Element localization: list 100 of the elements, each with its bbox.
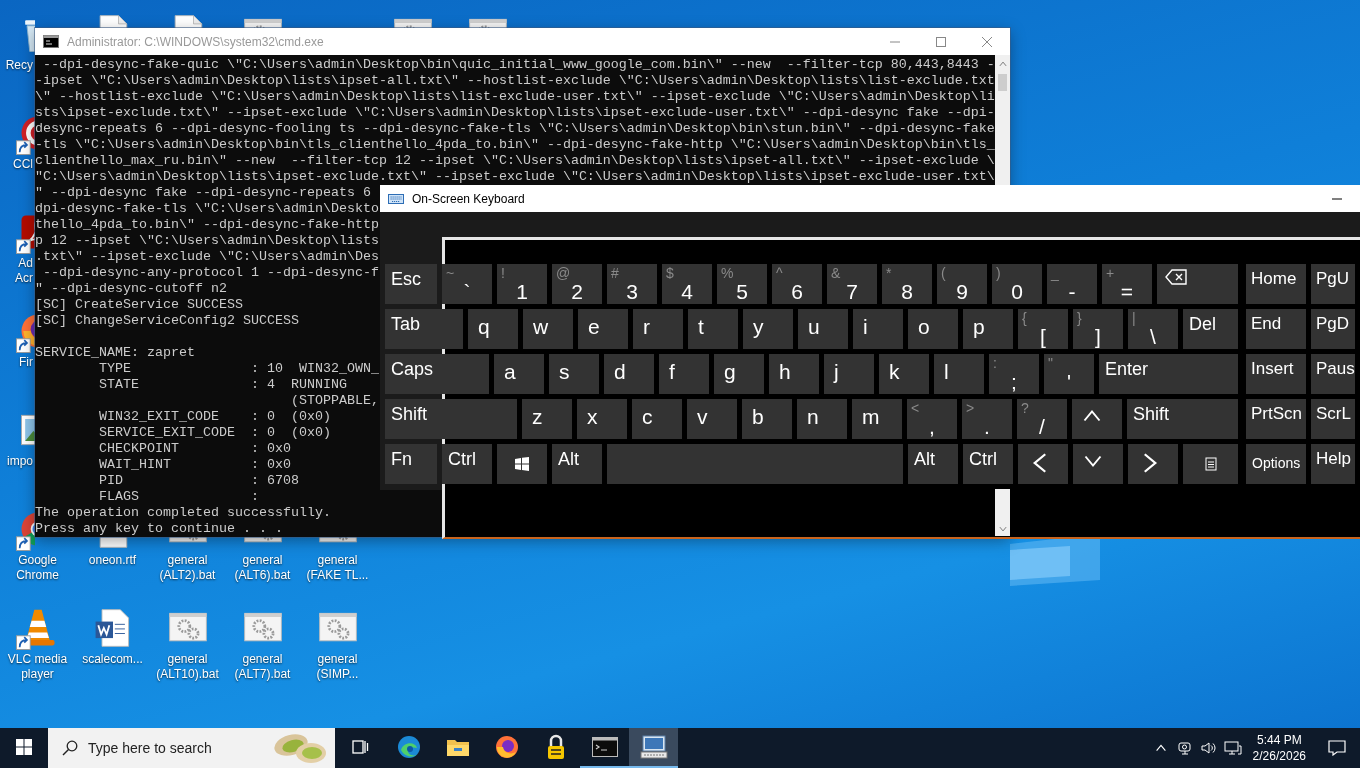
keyboard-key[interactable]: Home	[1246, 264, 1306, 304]
keyboard-key[interactable]: ScrL	[1311, 399, 1355, 439]
keyboard-key[interactable]: Ctrl	[963, 444, 1013, 484]
keyboard-key[interactable]: q	[468, 309, 518, 349]
keyboard-key[interactable]: PgU	[1311, 264, 1355, 304]
keyboard-key[interactable]: Shift	[1127, 399, 1238, 439]
keyboard-key[interactable]: Alt	[908, 444, 958, 484]
keyboard-key[interactable]: Enter	[1099, 354, 1238, 394]
icon-label[interactable]: oneon.rtf	[86, 553, 139, 568]
clock[interactable]: 5:44 PM 2/26/2026	[1244, 732, 1314, 764]
keyboard-key[interactable]: @ 2	[552, 264, 602, 304]
keyboard-key[interactable]: > .	[962, 399, 1012, 439]
icon-label[interactable]: scalecom...	[80, 652, 145, 667]
keyboard-key[interactable]: $ 4	[662, 264, 712, 304]
network-icon[interactable]	[1223, 740, 1242, 756]
keyboard-key[interactable]: & 7	[827, 264, 877, 304]
keyboard-key[interactable]: Tab	[385, 309, 463, 349]
keyboard-key[interactable]: f	[659, 354, 709, 394]
keyboard-key[interactable]: Paus	[1311, 354, 1355, 394]
keyboard-key[interactable]: o	[908, 309, 958, 349]
keyboard-key[interactable]: s	[549, 354, 599, 394]
volume-icon[interactable]	[1199, 740, 1218, 756]
keyboard-key[interactable]: ) 0	[992, 264, 1042, 304]
keyboard-key[interactable]: j	[824, 354, 874, 394]
icon-label[interactable]: VLC media player	[0, 652, 75, 682]
keyboard-key[interactable]: ( 9	[937, 264, 987, 304]
keyboard-key[interactable]: Insert	[1246, 354, 1306, 394]
keyboard-key[interactable]: PgD	[1311, 309, 1355, 349]
keyboard-key[interactable]: Alt	[552, 444, 602, 484]
keyboard-key[interactable]: % 5	[717, 264, 767, 304]
keyboard-key[interactable]: Del	[1183, 309, 1238, 349]
keyboard-key[interactable]: t	[688, 309, 738, 349]
keyboard-key[interactable]: w	[523, 309, 573, 349]
keyboard-key[interactable]: ~ `	[442, 264, 492, 304]
keyboard-key[interactable]: m	[852, 399, 902, 439]
keyboard-key[interactable]: Caps	[385, 354, 489, 394]
keyboard-key[interactable]: i	[853, 309, 903, 349]
keyboard-key[interactable]: Shift	[385, 399, 517, 439]
keyboard-key[interactable]: d	[604, 354, 654, 394]
keyboard-key[interactable]: * 8	[882, 264, 932, 304]
backspace-icon	[1165, 269, 1187, 285]
icon-label[interactable]: general (ALT2).bat	[150, 553, 225, 583]
icon-label[interactable]: general (FAKE TL...	[300, 553, 375, 583]
keyboard-key[interactable]: ^ 6	[772, 264, 822, 304]
icon-label[interactable]: Google Chrome	[0, 553, 75, 583]
keyboard-key[interactable]: u	[798, 309, 848, 349]
icon-label[interactable]: impo	[0, 454, 33, 469]
window-title: Administrator: C:\WINDOWS\system32\cmd.exe	[67, 34, 324, 49]
icon-label[interactable]: Ad Acr	[0, 256, 33, 286]
icon-label[interactable]: general (ALT10).bat	[150, 652, 225, 682]
keyboard-key[interactable]: } ]	[1073, 309, 1123, 349]
keyboard-key[interactable]: a	[494, 354, 544, 394]
console-line: (STOPPABLE,	[289, 393, 379, 409]
icon-label[interactable]: general (ALT7).bat	[225, 652, 300, 682]
icon-label[interactable]: general (SIMP...	[300, 652, 375, 682]
icon-label[interactable]: general (ALT6).bat	[225, 553, 300, 583]
keyboard-key[interactable]	[1128, 444, 1178, 484]
keyboard-key[interactable]	[1157, 264, 1238, 304]
icon-label[interactable]: Recy	[0, 58, 33, 73]
keyboard-key[interactable]: _ -	[1047, 264, 1097, 304]
keyboard-key[interactable]: v	[687, 399, 737, 439]
keyboard-key[interactable]: g	[714, 354, 764, 394]
keyboard-key[interactable]	[1018, 444, 1068, 484]
camera-icon[interactable]	[1176, 740, 1193, 756]
search-input[interactable]: Type here to search	[88, 740, 261, 756]
keyboard-key[interactable]: Esc	[385, 264, 437, 304]
keyboard-key[interactable]: ? /	[1017, 399, 1067, 439]
keyboard-key[interactable]: y	[743, 309, 793, 349]
keyboard-key[interactable]: k	[879, 354, 929, 394]
keyboard-key[interactable]: | \	[1128, 309, 1178, 349]
keyboard-key[interactable]: e	[578, 309, 628, 349]
keyboard-key[interactable]: End	[1246, 309, 1306, 349]
icon-label[interactable]: Fir	[0, 355, 33, 370]
keyboard-key[interactable]: x	[577, 399, 627, 439]
keyboard-key[interactable]: ! 1	[497, 264, 547, 304]
keyboard-key[interactable]: Fn	[385, 444, 437, 484]
taskbar-button[interactable]	[629, 728, 678, 768]
console-line: Press any key to continue . . .	[35, 521, 283, 537]
keyboard-key[interactable]: r	[633, 309, 683, 349]
console-line: .txt\" --ipset-exclude \"C:\Users\admin\Des	[35, 249, 379, 265]
keyboard-key[interactable]: n	[797, 399, 847, 439]
keyboard-key[interactable]: l	[934, 354, 984, 394]
keyboard-key[interactable]: Help	[1311, 444, 1355, 484]
keyboard-key[interactable]: z	[522, 399, 572, 439]
keyboard-key[interactable]: Options	[1246, 444, 1306, 484]
keyboard-key[interactable]: + =	[1102, 264, 1152, 304]
keyboard-key[interactable]: Ctrl	[442, 444, 492, 484]
keyboard-key[interactable]	[497, 444, 547, 484]
keyboard-key[interactable]: c	[632, 399, 682, 439]
keyboard-key[interactable]: < ,	[907, 399, 957, 439]
scrollbar-thumb[interactable]	[998, 74, 1007, 91]
keyboard-key[interactable]: { [	[1018, 309, 1068, 349]
keyboard-key[interactable]: " '	[1044, 354, 1094, 394]
keyboard-key[interactable]: h	[769, 354, 819, 394]
keyboard-key[interactable]: : ;	[989, 354, 1039, 394]
keyboard-key[interactable]: PrtScn	[1246, 399, 1306, 439]
keyboard-key[interactable]: p	[963, 309, 1013, 349]
keyboard-key[interactable]: # 3	[607, 264, 657, 304]
keyboard-key[interactable]: b	[742, 399, 792, 439]
icon-label[interactable]: CCl	[0, 157, 33, 172]
